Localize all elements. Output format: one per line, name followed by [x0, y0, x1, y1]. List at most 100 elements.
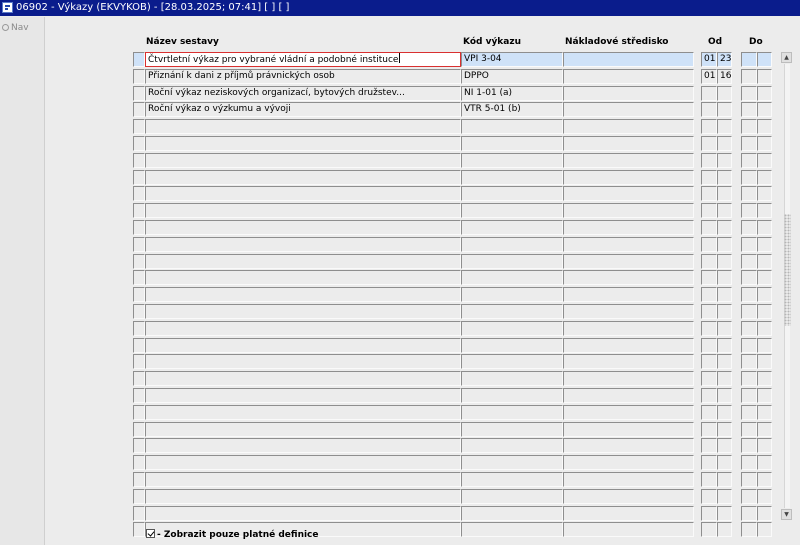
to-month-field[interactable] — [741, 68, 757, 84]
row-indicator[interactable] — [133, 421, 145, 437]
from-month-field[interactable] — [701, 119, 717, 135]
row-indicator[interactable] — [133, 287, 145, 303]
report-code-field[interactable] — [461, 472, 563, 487]
from-year-field[interactable] — [717, 287, 732, 303]
to-month-field[interactable] — [741, 488, 757, 504]
to-month-field[interactable] — [741, 472, 757, 487]
cost-center-field[interactable] — [563, 522, 694, 538]
report-code-field[interactable] — [461, 455, 563, 471]
to-month-field[interactable] — [741, 421, 757, 437]
to-month-field[interactable] — [741, 119, 757, 135]
from-year-field[interactable] — [717, 270, 732, 286]
cost-center-field[interactable] — [563, 220, 694, 235]
to-year-field[interactable] — [757, 203, 772, 219]
from-month-field[interactable]: 01 — [701, 68, 717, 84]
report-name-field[interactable] — [145, 337, 461, 353]
report-name-field[interactable] — [145, 354, 461, 370]
cost-center-field[interactable] — [563, 68, 694, 84]
row-indicator[interactable] — [133, 169, 145, 185]
report-code-field[interactable]: DPPO — [461, 68, 563, 84]
report-name-field[interactable]: Čtvrtletní výkaz pro vybrané vládní a po… — [145, 52, 461, 67]
report-code-field[interactable] — [461, 287, 563, 303]
report-code-field[interactable] — [461, 304, 563, 319]
from-year-field[interactable] — [717, 253, 732, 269]
to-year-field[interactable] — [757, 488, 772, 504]
report-code-field[interactable] — [461, 371, 563, 387]
from-month-field[interactable] — [701, 388, 717, 403]
cost-center-field[interactable] — [563, 438, 694, 454]
cost-center-field[interactable] — [563, 371, 694, 387]
from-month-field[interactable] — [701, 220, 717, 235]
cost-center-field[interactable] — [563, 505, 694, 521]
to-month-field[interactable] — [741, 320, 757, 336]
report-code-field[interactable] — [461, 186, 563, 202]
to-year-field[interactable] — [757, 438, 772, 454]
report-name-field[interactable] — [145, 455, 461, 471]
from-month-field[interactable] — [701, 505, 717, 521]
from-month-field[interactable] — [701, 421, 717, 437]
to-month-field[interactable] — [741, 52, 757, 67]
row-indicator[interactable] — [133, 354, 145, 370]
report-code-field[interactable] — [461, 488, 563, 504]
from-month-field[interactable] — [701, 270, 717, 286]
report-code-field[interactable] — [461, 404, 563, 420]
report-code-field[interactable] — [461, 438, 563, 454]
from-year-field[interactable] — [717, 488, 732, 504]
from-month-field[interactable] — [701, 371, 717, 387]
row-indicator[interactable] — [133, 68, 145, 84]
report-name-field[interactable] — [145, 472, 461, 487]
from-month-field[interactable]: 01 — [701, 52, 717, 67]
arrow-up-icon[interactable]: ▲ — [781, 52, 792, 63]
from-year-field[interactable] — [717, 438, 732, 454]
to-month-field[interactable] — [741, 270, 757, 286]
report-code-field[interactable] — [461, 220, 563, 235]
report-code-field[interactable] — [461, 354, 563, 370]
report-code-field[interactable] — [461, 421, 563, 437]
to-year-field[interactable] — [757, 354, 772, 370]
row-indicator[interactable] — [133, 320, 145, 336]
cost-center-field[interactable] — [563, 337, 694, 353]
to-year-field[interactable] — [757, 472, 772, 487]
to-year-field[interactable] — [757, 421, 772, 437]
cost-center-field[interactable] — [563, 320, 694, 336]
report-code-field[interactable] — [461, 119, 563, 135]
from-year-field[interactable] — [717, 371, 732, 387]
from-month-field[interactable] — [701, 102, 717, 118]
cost-center-field[interactable] — [563, 421, 694, 437]
to-year-field[interactable] — [757, 68, 772, 84]
to-year-field[interactable] — [757, 505, 772, 521]
from-year-field[interactable] — [717, 472, 732, 487]
from-month-field[interactable] — [701, 236, 717, 252]
to-month-field[interactable] — [741, 304, 757, 319]
from-month-field[interactable] — [701, 320, 717, 336]
to-month-field[interactable] — [741, 152, 757, 168]
row-indicator[interactable] — [133, 472, 145, 487]
to-year-field[interactable] — [757, 119, 772, 135]
valid-only-checkbox[interactable] — [146, 529, 155, 538]
from-month-field[interactable] — [701, 203, 717, 219]
row-indicator[interactable] — [133, 522, 145, 538]
to-month-field[interactable] — [741, 371, 757, 387]
row-indicator[interactable] — [133, 236, 145, 252]
cost-center-field[interactable] — [563, 136, 694, 151]
from-year-field[interactable] — [717, 505, 732, 521]
cost-center-field[interactable] — [563, 287, 694, 303]
to-year-field[interactable] — [757, 85, 772, 101]
cost-center-field[interactable] — [563, 253, 694, 269]
from-year-field[interactable] — [717, 421, 732, 437]
report-code-field[interactable] — [461, 388, 563, 403]
to-year-field[interactable] — [757, 455, 772, 471]
from-month-field[interactable] — [701, 287, 717, 303]
report-code-field[interactable] — [461, 320, 563, 336]
report-code-field[interactable] — [461, 236, 563, 252]
to-month-field[interactable] — [741, 388, 757, 403]
from-year-field[interactable] — [717, 337, 732, 353]
row-indicator[interactable] — [133, 119, 145, 135]
nav-button[interactable]: Nav — [2, 23, 29, 33]
to-year-field[interactable] — [757, 102, 772, 118]
from-month-field[interactable] — [701, 404, 717, 420]
from-month-field[interactable] — [701, 85, 717, 101]
to-month-field[interactable] — [741, 354, 757, 370]
scrollbar-grip[interactable] — [784, 214, 791, 326]
cost-center-field[interactable] — [563, 354, 694, 370]
